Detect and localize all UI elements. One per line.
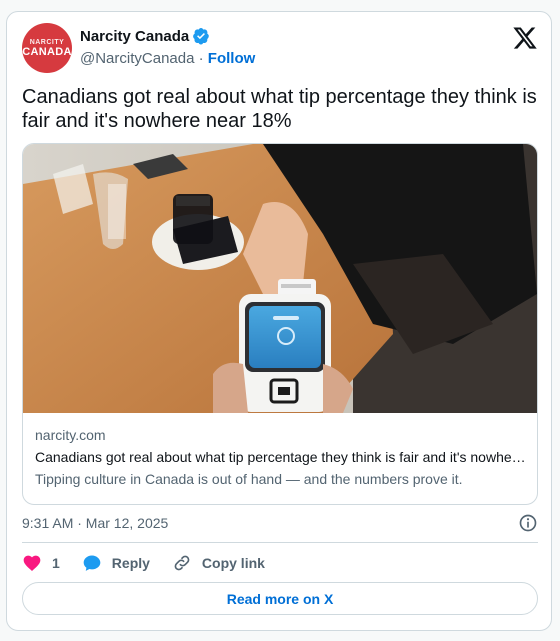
- tweet-embed-card: NARCITY CANADA Narcity Canada @NarcityCa…: [6, 11, 552, 631]
- link-info: narcity.com Canadians got real about wha…: [35, 427, 527, 490]
- meta-row: 9:31 AM · Mar 12, 2025: [22, 513, 538, 535]
- author-handle[interactable]: @NarcityCanada: [80, 50, 194, 67]
- tweet-header: NARCITY CANADA Narcity Canada @NarcityCa…: [22, 23, 538, 73]
- x-logo-icon[interactable]: [512, 25, 538, 51]
- timestamp-link[interactable]: 9:31 AM · Mar 12, 2025: [22, 515, 168, 531]
- action-bar: 1 Reply Copy link: [22, 552, 287, 574]
- avatar-text-top: NARCITY: [29, 38, 65, 46]
- avatar[interactable]: NARCITY CANADA: [22, 23, 72, 73]
- link-title: Canadians got real about what tip percen…: [35, 449, 527, 465]
- link-icon: [174, 555, 190, 571]
- link-description: Tipping culture in Canada is out of hand…: [35, 471, 463, 487]
- avatar-text-bottom: CANADA: [22, 45, 72, 58]
- follow-link[interactable]: Follow: [208, 50, 256, 67]
- verified-badge-icon: [193, 27, 210, 45]
- heart-icon: [23, 555, 41, 571]
- divider: [22, 542, 538, 543]
- link-preview-image: [23, 144, 537, 413]
- copy-link-button[interactable]: Copy link: [172, 553, 265, 573]
- like-count: 1: [52, 555, 60, 571]
- reply-label: Reply: [111, 555, 150, 571]
- like-button[interactable]: 1: [22, 553, 60, 573]
- info-icon[interactable]: [518, 513, 538, 533]
- handle-row: @NarcityCanada · Follow: [80, 50, 255, 67]
- author-name[interactable]: Narcity Canada: [80, 28, 189, 45]
- name-row: Narcity Canada: [80, 27, 210, 45]
- tweet-text: Canadians got real about what tip percen…: [22, 86, 537, 132]
- copy-link-label: Copy link: [201, 555, 265, 571]
- read-more-button[interactable]: Read more on X: [22, 582, 538, 615]
- reply-button[interactable]: Reply: [82, 553, 150, 573]
- link-domain: narcity.com: [35, 427, 106, 443]
- link-preview-card[interactable]: narcity.com Canadians got real about wha…: [22, 143, 538, 505]
- reply-bubble-icon: [83, 555, 101, 571]
- separator-dot: ·: [198, 50, 204, 67]
